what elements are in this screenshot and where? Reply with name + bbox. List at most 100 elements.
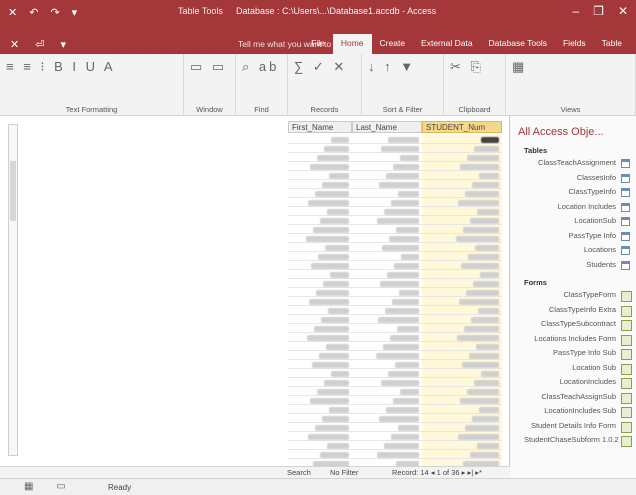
table-cell[interactable] xyxy=(422,450,502,459)
table-cell[interactable] xyxy=(288,135,352,144)
table-cell[interactable] xyxy=(352,171,422,180)
table-cell[interactable] xyxy=(288,405,352,414)
table-cell[interactable] xyxy=(288,171,352,180)
redo-icon[interactable]: ↷ xyxy=(50,6,59,19)
table-cell[interactable] xyxy=(288,315,352,324)
table-cell[interactable] xyxy=(422,189,502,198)
table-cell[interactable] xyxy=(288,288,352,297)
table-cell[interactable] xyxy=(422,387,502,396)
table-cell[interactable] xyxy=(288,414,352,423)
table-cell[interactable] xyxy=(288,441,352,450)
table-cell[interactable] xyxy=(352,342,422,351)
tab-fields[interactable]: Fields xyxy=(555,34,594,54)
column-header-first-name[interactable]: First_Name xyxy=(288,121,352,133)
table-cell[interactable] xyxy=(422,378,502,387)
view-icons[interactable]: ▦ ▭ xyxy=(24,481,76,492)
nav-item[interactable]: ClassTypeForm xyxy=(524,290,632,302)
table-cell[interactable] xyxy=(352,396,422,405)
table-cell[interactable] xyxy=(352,189,422,198)
table-cell[interactable] xyxy=(288,450,352,459)
table-cell[interactable] xyxy=(288,333,352,342)
table-cell[interactable] xyxy=(422,351,502,360)
table-cell[interactable] xyxy=(352,252,422,261)
nav-item[interactable]: PassType Info xyxy=(524,231,632,243)
table-cell[interactable] xyxy=(352,198,422,207)
table-cell[interactable] xyxy=(288,198,352,207)
table-cell[interactable] xyxy=(352,387,422,396)
nav-item[interactable]: StudentChaseSubform 1.0.2 xyxy=(524,435,632,447)
nav-item[interactable]: PassType Info Sub xyxy=(524,348,632,360)
ribbon-group-commands[interactable]: ✂ ⎘ xyxy=(450,60,499,74)
tab-external-data[interactable]: External Data xyxy=(413,34,481,54)
nav-section-forms[interactable]: Forms xyxy=(524,278,547,287)
tab-home[interactable]: Home xyxy=(332,34,372,54)
column-header-last-name[interactable]: Last_Name xyxy=(352,121,422,133)
close-doc-icon[interactable]: ✕ xyxy=(10,38,19,51)
table-cell[interactable] xyxy=(422,333,502,342)
table-cell[interactable] xyxy=(352,441,422,450)
table-cell[interactable] xyxy=(288,270,352,279)
nav-item[interactable]: LocationSub xyxy=(524,216,632,228)
nav-item[interactable]: ClassTypeSubcontract xyxy=(524,319,632,331)
table-cell[interactable] xyxy=(422,279,502,288)
nav-item[interactable]: ClassTeachAssignment xyxy=(524,158,632,170)
table-cell[interactable] xyxy=(422,243,502,252)
minimize-button[interactable]: – xyxy=(572,4,579,18)
undo-icon[interactable]: ↶ xyxy=(29,6,38,19)
table-cell[interactable] xyxy=(422,360,502,369)
return-icon[interactable]: ⏎ xyxy=(35,38,44,51)
ribbon-group-commands[interactable]: ↓ ↑ ▼ xyxy=(368,60,437,74)
table-cell[interactable] xyxy=(288,189,352,198)
nav-item[interactable]: Location Includes xyxy=(524,202,632,214)
nav-item[interactable]: ClassTeachAssignSub xyxy=(524,392,632,404)
vertical-scrollbar[interactable] xyxy=(8,124,18,456)
table-cell[interactable] xyxy=(352,207,422,216)
table-cell[interactable] xyxy=(422,306,502,315)
table-cell[interactable] xyxy=(352,315,422,324)
table-cell[interactable] xyxy=(352,234,422,243)
table-cell[interactable] xyxy=(352,369,422,378)
table-cell[interactable] xyxy=(422,396,502,405)
table-cell[interactable] xyxy=(352,135,422,144)
table-cell[interactable] xyxy=(422,153,502,162)
dropdown-icon[interactable]: ▾ xyxy=(60,38,66,51)
table-cell[interactable] xyxy=(288,396,352,405)
column-header-student-num[interactable]: STUDENT_Num xyxy=(422,121,502,133)
search-box[interactable]: Search xyxy=(287,468,311,477)
table-cell[interactable] xyxy=(288,342,352,351)
table-cell[interactable] xyxy=(288,207,352,216)
table-cell[interactable] xyxy=(422,369,502,378)
table-cell[interactable] xyxy=(352,333,422,342)
table-cell[interactable] xyxy=(352,216,422,225)
record-navigator[interactable]: Record: 14 ◂ 1 of 36 ▸ ▸| ▸* xyxy=(392,468,482,477)
nav-item[interactable]: Location Sub xyxy=(524,363,632,375)
table-cell[interactable] xyxy=(288,162,352,171)
table-cell[interactable] xyxy=(288,153,352,162)
table-cell[interactable] xyxy=(352,450,422,459)
nav-item[interactable]: ClassTypeInfo Extra xyxy=(524,305,632,317)
table-cell[interactable] xyxy=(422,162,502,171)
table-cell[interactable] xyxy=(422,297,502,306)
table-cell[interactable] xyxy=(422,288,502,297)
table-cell[interactable] xyxy=(288,423,352,432)
table-cell[interactable] xyxy=(352,432,422,441)
nav-item[interactable]: LocationIncludes Sub xyxy=(524,406,632,418)
tab-database-tools[interactable]: Database Tools xyxy=(481,34,555,54)
customize-qat-icon[interactable]: ▾ xyxy=(72,6,78,19)
table-cell[interactable] xyxy=(352,261,422,270)
table-cell[interactable] xyxy=(352,144,422,153)
table-cell[interactable] xyxy=(352,162,422,171)
table-cell[interactable] xyxy=(422,261,502,270)
table-cell[interactable] xyxy=(352,180,422,189)
table-cell[interactable] xyxy=(288,378,352,387)
table-cell[interactable] xyxy=(288,387,352,396)
nav-item[interactable]: Locations xyxy=(524,245,632,257)
table-cell[interactable] xyxy=(422,225,502,234)
table-cell[interactable] xyxy=(352,279,422,288)
table-cell[interactable] xyxy=(288,234,352,243)
table-cell[interactable] xyxy=(422,441,502,450)
table-cell[interactable] xyxy=(352,306,422,315)
ribbon-group-commands[interactable]: ▭ ▭ xyxy=(190,60,229,74)
table-cell[interactable] xyxy=(352,270,422,279)
table-cell[interactable] xyxy=(422,207,502,216)
